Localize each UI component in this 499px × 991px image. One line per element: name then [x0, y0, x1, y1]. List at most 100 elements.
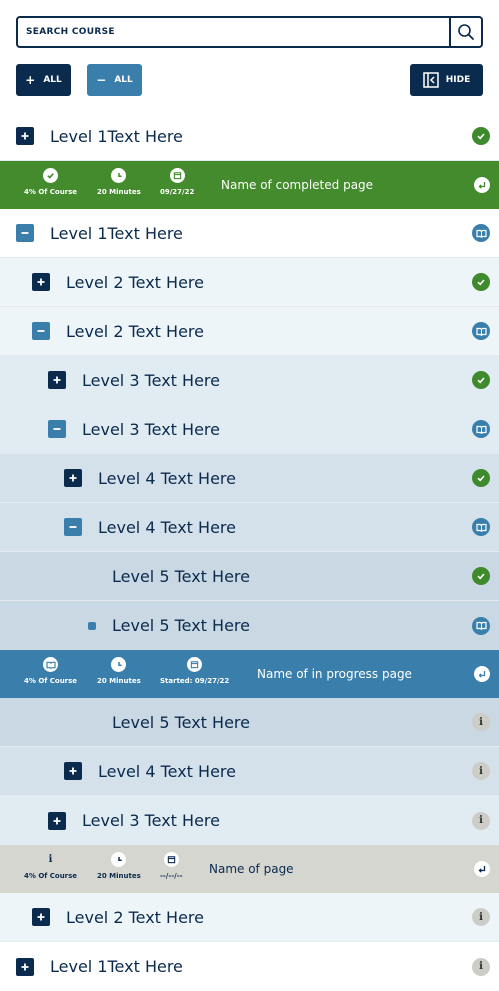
clock-icon	[111, 657, 127, 672]
collapse-toggle[interactable]	[32, 322, 50, 340]
date-value: --/--/--	[160, 872, 183, 880]
in-progress-status	[472, 616, 490, 635]
complete-status	[472, 273, 490, 291]
return-button[interactable]	[474, 861, 490, 877]
row-label: Level 3 Text Here	[82, 811, 220, 830]
completed-page-panel: 4% Of Course 20 Minutes 09/27/22 Name of…	[0, 161, 499, 209]
outline-row-level-2[interactable]: Level 2 Text Here	[0, 258, 499, 307]
outline-row-level-1[interactable]: Level 1Text Here	[0, 209, 499, 258]
return-icon	[478, 866, 486, 873]
outline-row-level-2[interactable]: Level 2 Text Here	[0, 307, 499, 356]
search-button[interactable]	[449, 18, 481, 46]
expand-toggle[interactable]	[16, 127, 34, 145]
check-circle-icon	[43, 168, 59, 183]
search-icon	[458, 24, 474, 40]
plus-icon	[53, 817, 61, 824]
minus-icon: −	[96, 73, 107, 87]
outline-row-level-4[interactable]: Level 4 Text Here	[0, 503, 499, 552]
course-search	[16, 16, 483, 48]
info-icon: i	[479, 765, 483, 777]
row-label: Level 5 Text Here	[112, 566, 250, 586]
expand-toggle[interactable]	[32, 273, 50, 291]
minus-icon	[69, 526, 77, 528]
minus-icon	[37, 330, 45, 332]
outline-row-level-1[interactable]: Level 1Text Here	[0, 112, 499, 161]
expand-all-button[interactable]: + ALL	[16, 64, 71, 96]
row-label: Level 1Text Here	[50, 957, 183, 976]
row-label: Level 3 Text Here	[82, 419, 220, 439]
check-icon	[477, 279, 485, 286]
page-name-link[interactable]: Name of in progress page	[257, 667, 412, 681]
row-label: Level 4 Text Here	[98, 761, 236, 781]
outline-row-level-5-current[interactable]: Level 5 Text Here	[0, 601, 499, 650]
book-icon	[475, 327, 487, 336]
outline-row-level-1[interactable]: Level 1Text Here i	[0, 942, 499, 991]
date-value: Started: 09/27/22	[160, 677, 230, 685]
info-icon: i	[479, 961, 483, 972]
return-icon	[478, 182, 486, 189]
expand-toggle[interactable]	[48, 811, 66, 830]
page-name-link[interactable]: Name of completed page	[221, 178, 373, 192]
info-icon: i	[479, 911, 483, 923]
book-icon	[43, 657, 59, 672]
complete-status	[472, 127, 490, 145]
course-percent: i 4% Of Course	[24, 852, 77, 880]
collapse-toggle[interactable]	[16, 224, 34, 242]
outline-row-level-5[interactable]: Level 5 Text Here i	[0, 698, 499, 747]
outline-row-level-3[interactable]: Level 3 Text Here	[0, 405, 499, 454]
plus-icon	[53, 376, 61, 384]
complete-status	[472, 567, 490, 585]
in-progress-status	[472, 420, 490, 438]
page-date: --/--/--	[160, 852, 183, 880]
outline-row-level-3[interactable]: Level 3 Text Here	[0, 356, 499, 405]
sidebar-collapse-icon	[423, 72, 439, 88]
search-input[interactable]	[18, 18, 449, 46]
hide-label: HIDE	[445, 75, 471, 85]
expand-toggle[interactable]	[48, 371, 66, 389]
start-date: Started: 09/27/22	[160, 657, 229, 685]
percent-value: 4% Of Course	[24, 872, 78, 880]
row-label: Level 4 Text Here	[98, 468, 236, 488]
percent-value: 4% Of Course	[24, 188, 78, 196]
current-page-bullet	[88, 621, 96, 630]
check-icon	[477, 133, 485, 140]
return-button[interactable]	[474, 177, 490, 193]
plus-icon	[37, 278, 45, 286]
book-icon	[475, 523, 487, 532]
not-started-status: i	[472, 811, 490, 830]
expand-all-label: ALL	[43, 75, 62, 85]
collapse-toggle[interactable]	[64, 518, 82, 536]
book-icon	[475, 621, 487, 630]
row-label: Level 1Text Here	[50, 126, 183, 146]
outline-row-level-3[interactable]: Level 3 Text Here i	[0, 796, 499, 845]
check-icon	[477, 475, 485, 482]
row-label: Level 3 Text Here	[82, 370, 220, 390]
in-progress-status	[472, 518, 490, 536]
row-label: Level 4 Text Here	[98, 517, 236, 537]
complete-status	[472, 371, 490, 389]
book-icon	[475, 229, 487, 238]
time-estimate: 20 Minutes	[97, 168, 141, 196]
outline-row-level-2[interactable]: Level 2 Text Here i	[0, 893, 499, 942]
plus-icon: +	[25, 73, 36, 87]
check-icon	[477, 377, 485, 384]
expand-toggle[interactable]	[16, 957, 34, 976]
hide-outline-button[interactable]: HIDE	[410, 64, 483, 96]
time-estimate: 20 Minutes	[97, 852, 141, 880]
percent-value: 4% Of Course	[24, 677, 78, 685]
in-progress-page-panel: 4% Of Course 20 Minutes Started: 09/27/2…	[0, 650, 499, 698]
outline-row-level-5[interactable]: Level 5 Text Here	[0, 552, 499, 601]
expand-toggle[interactable]	[64, 762, 82, 780]
expand-toggle[interactable]	[32, 908, 50, 926]
calendar-icon	[187, 657, 203, 672]
collapse-toggle[interactable]	[48, 420, 66, 438]
not-started-status: i	[472, 908, 490, 926]
outline-row-level-4[interactable]: Level 4 Text Here	[0, 454, 499, 503]
completion-date: 09/27/22	[160, 168, 194, 196]
return-button[interactable]	[474, 666, 490, 682]
outline-row-level-4[interactable]: Level 4 Text Here i	[0, 747, 499, 796]
page-name-link[interactable]: Name of page	[209, 862, 294, 876]
course-outline: Level 1Text Here 4% Of Course 20 Minutes…	[0, 112, 499, 991]
collapse-all-button[interactable]: − ALL	[87, 64, 142, 96]
expand-toggle[interactable]	[64, 469, 82, 487]
